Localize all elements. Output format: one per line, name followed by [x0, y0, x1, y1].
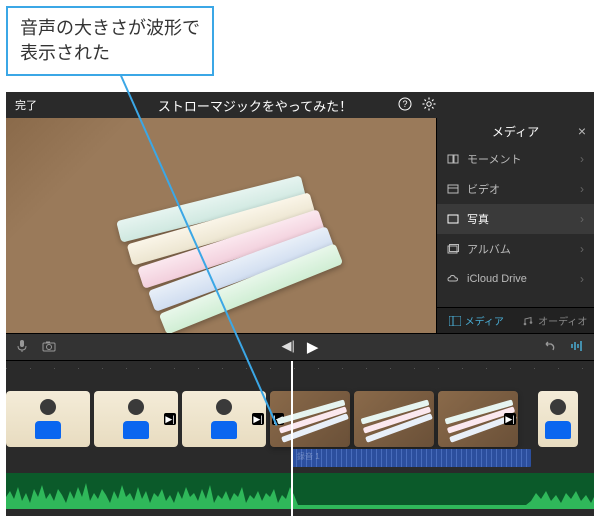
imovie-app-window: 完了 ストローマジックをやってみた！ ? メディア × モ: [6, 92, 594, 516]
callout-text-1: 音声の大きさが波形で: [20, 18, 200, 38]
project-title: ストローマジックをやってみた！: [46, 96, 594, 115]
photo-icon: [447, 213, 467, 225]
transition-icon[interactable]: ▶|: [164, 413, 176, 425]
timeline-ruler[interactable]: [6, 361, 594, 375]
skip-back-icon[interactable]: ◀|: [282, 338, 295, 356]
video-clip[interactable]: |◀: [270, 391, 350, 447]
callout-box: 音声の大きさが波形で 表示された: [6, 6, 214, 76]
chevron-right-icon: ›: [580, 152, 584, 166]
play-icon[interactable]: ▶: [307, 338, 319, 356]
sidebar-title: メディア: [492, 123, 539, 140]
tab-audio[interactable]: オーディオ: [516, 313, 595, 328]
sidebar-item-label: ビデオ: [467, 181, 580, 197]
gear-icon[interactable]: [422, 97, 436, 114]
sidebar-item-icloud[interactable]: iCloud Drive ›: [437, 264, 594, 294]
timeline-toolbar: ◀| ▶: [6, 333, 594, 361]
camera-icon[interactable]: [42, 340, 56, 355]
chevron-right-icon: ›: [580, 272, 584, 286]
sidebar-item-label: iCloud Drive: [467, 273, 580, 285]
tab-audio-label: オーディオ: [538, 313, 587, 328]
timeline[interactable]: ▶| ▶| |◀ ▶| 録音 1: [6, 361, 594, 516]
playhead[interactable]: [291, 361, 293, 516]
done-button[interactable]: 完了: [6, 97, 46, 113]
mic-icon[interactable]: [16, 339, 28, 356]
video-clip[interactable]: [538, 391, 578, 447]
sidebar-item-label: 写真: [467, 211, 580, 227]
video-clip[interactable]: [6, 391, 90, 447]
moments-icon: [447, 153, 467, 165]
chevron-right-icon: ›: [580, 212, 584, 226]
album-icon: [447, 243, 467, 255]
sidebar-item-photos[interactable]: 写真 ›: [437, 204, 594, 234]
video-icon: [447, 183, 467, 195]
close-icon[interactable]: ×: [578, 123, 586, 139]
tab-media-label: メディア: [465, 313, 504, 328]
transition-icon[interactable]: ▶|: [252, 413, 264, 425]
help-icon[interactable]: ?: [398, 97, 412, 114]
top-bar: 完了 ストローマジックをやってみた！ ?: [6, 92, 594, 118]
video-clip[interactable]: ▶|: [94, 391, 178, 447]
media-sidebar: メディア × モーメント › ビデオ › 写真 ›: [436, 118, 594, 333]
recorded-audio-clip[interactable]: 録音 1: [291, 449, 531, 467]
sidebar-header: メディア ×: [437, 118, 594, 144]
callout-text-2: 表示された: [20, 43, 110, 63]
background-audio-track[interactable]: [6, 473, 594, 509]
sidebar-item-moments[interactable]: モーメント ›: [437, 144, 594, 174]
waveform-graphic: [6, 473, 594, 509]
cloud-icon: [447, 273, 467, 285]
sidebar-item-label: アルバム: [467, 241, 580, 257]
video-clip[interactable]: ▶|: [182, 391, 266, 447]
video-clip[interactable]: [354, 391, 434, 447]
undo-icon[interactable]: [542, 340, 556, 355]
sidebar-item-albums[interactable]: アルバム ›: [437, 234, 594, 264]
video-clip[interactable]: ▶|: [438, 391, 518, 447]
chevron-right-icon: ›: [580, 182, 584, 196]
transition-icon[interactable]: ▶|: [504, 413, 516, 425]
waveform-icon[interactable]: [570, 340, 584, 355]
sidebar-item-video[interactable]: ビデオ ›: [437, 174, 594, 204]
tab-media[interactable]: メディア: [437, 313, 516, 328]
chevron-right-icon: ›: [580, 242, 584, 256]
sidebar-item-label: モーメント: [467, 151, 580, 167]
svg-text:?: ?: [402, 99, 407, 109]
